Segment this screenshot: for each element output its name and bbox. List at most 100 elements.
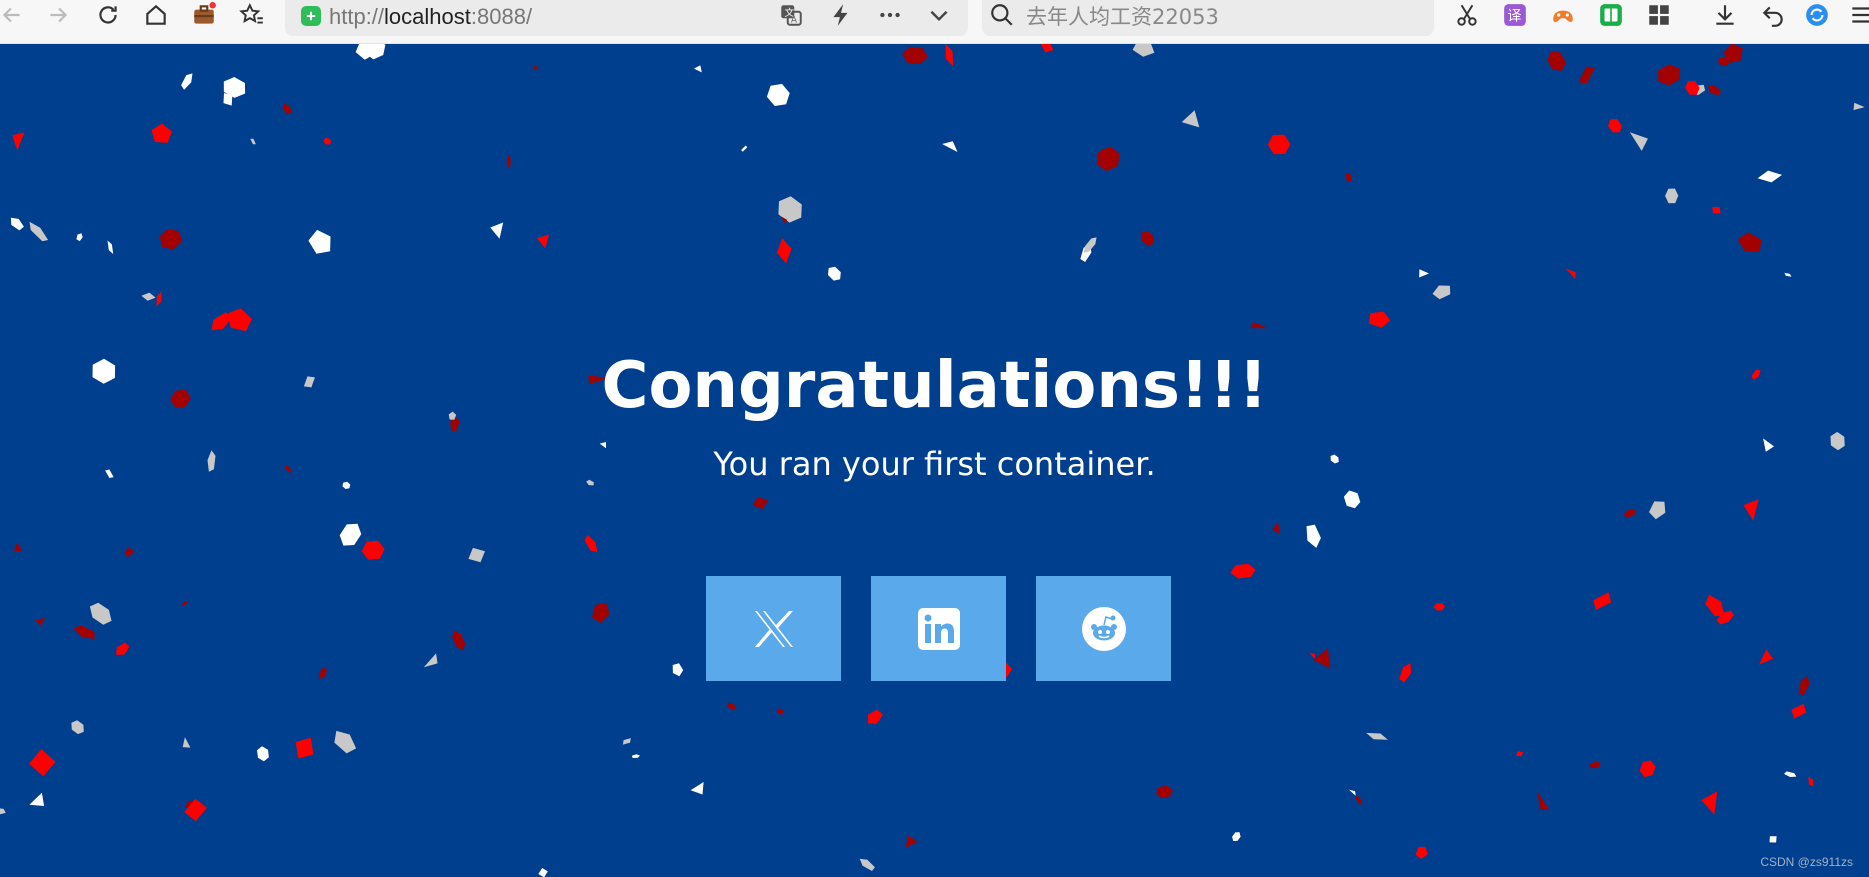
confetti-piece xyxy=(151,123,172,143)
briefcase-icon[interactable] xyxy=(186,0,222,30)
confetti-piece xyxy=(1685,81,1700,95)
confetti-piece xyxy=(1608,119,1622,133)
confetti-piece xyxy=(29,749,56,777)
confetti-piece xyxy=(1306,524,1321,548)
confetti-piece xyxy=(777,708,784,715)
linkedin-icon xyxy=(917,607,960,650)
confetti-piece xyxy=(334,730,357,754)
confetti-piece xyxy=(1798,675,1810,696)
confetti-piece xyxy=(538,868,548,877)
confetti-piece xyxy=(1757,170,1782,183)
confetti-piece xyxy=(1141,230,1155,246)
lightning-icon[interactable] xyxy=(823,0,859,30)
confetti-piece xyxy=(1399,663,1412,683)
sync-icon[interactable] xyxy=(1799,0,1835,30)
confetti-piece xyxy=(902,46,928,65)
confetti-piece xyxy=(361,540,385,560)
confetti-piece xyxy=(181,73,193,90)
search-box[interactable] xyxy=(982,0,1434,36)
page-subtitle: You ran your first container. xyxy=(713,445,1156,483)
confetti-piece xyxy=(1629,132,1648,151)
confetti-piece xyxy=(631,754,640,758)
confetti-piece xyxy=(184,798,207,822)
confetti-piece xyxy=(1308,652,1316,659)
browser-toolbar: http://localhost:8088/ 文A 译 xyxy=(0,0,1869,44)
confetti-piece xyxy=(323,137,332,145)
confetti-piece xyxy=(727,702,737,710)
game-icon[interactable] xyxy=(1545,0,1581,30)
confetti-piece xyxy=(1737,232,1762,252)
confetti-piece xyxy=(156,291,162,307)
share-linkedin-button[interactable] xyxy=(871,576,1006,681)
download-icon[interactable] xyxy=(1707,0,1743,30)
reload-icon[interactable] xyxy=(90,0,126,30)
confetti-piece xyxy=(1547,51,1566,71)
watermark: CSDN @zs911zs xyxy=(1760,855,1853,869)
confetti-piece xyxy=(468,547,485,563)
back-icon[interactable] xyxy=(0,0,30,30)
confetti-piece xyxy=(12,132,25,151)
svg-text:译: 译 xyxy=(1507,8,1521,24)
share-x-button[interactable] xyxy=(706,576,841,681)
scissors-icon[interactable] xyxy=(1449,0,1485,30)
favorites-icon[interactable] xyxy=(234,0,270,30)
confetti-piece xyxy=(71,720,84,735)
search-icon xyxy=(984,0,1020,30)
x-icon xyxy=(754,610,793,647)
home-icon[interactable] xyxy=(138,0,174,30)
share-reddit-button[interactable] xyxy=(1036,576,1171,681)
confetti-piece xyxy=(1784,272,1792,277)
reader-icon[interactable] xyxy=(1593,0,1629,30)
confetti-piece xyxy=(1366,732,1388,740)
translate-icon[interactable]: 文A xyxy=(773,0,809,30)
confetti-piece xyxy=(506,154,511,169)
confetti-piece xyxy=(1132,44,1155,57)
confetti-piece xyxy=(14,542,23,551)
confetti-piece xyxy=(942,141,958,152)
confetti-piece xyxy=(295,737,314,759)
confetti-piece xyxy=(1155,785,1173,799)
confetti-piece xyxy=(1313,647,1331,669)
confetti-piece xyxy=(766,83,790,106)
confetti-piece xyxy=(257,746,269,762)
translate-app-icon[interactable]: 译 xyxy=(1497,0,1533,30)
confetti-piece xyxy=(1040,44,1054,53)
confetti-piece xyxy=(1536,790,1549,810)
confetti-piece xyxy=(694,65,702,73)
confetti-piece xyxy=(182,737,191,748)
more-icon[interactable] xyxy=(872,0,908,30)
confetti-piece xyxy=(10,217,24,231)
confetti-piece xyxy=(536,234,550,249)
confetti-piece xyxy=(1419,269,1429,278)
address-bar[interactable]: http://localhost:8088/ 文A xyxy=(285,0,968,36)
chevron-down-icon[interactable] xyxy=(921,0,957,30)
confetti-piece xyxy=(1348,789,1356,796)
search-input[interactable] xyxy=(1026,4,1426,30)
forward-icon[interactable] xyxy=(40,0,76,30)
menu-icon[interactable] xyxy=(1843,0,1869,30)
url-text[interactable]: http://localhost:8088/ xyxy=(329,4,532,30)
confetti-piece xyxy=(141,292,156,301)
confetti-piece xyxy=(1589,761,1601,769)
confetti-piece xyxy=(672,663,684,677)
confetti-piece xyxy=(1181,110,1200,128)
confetti-piece xyxy=(532,63,539,71)
apps-grid-icon[interactable] xyxy=(1641,0,1677,30)
confetti-piece xyxy=(690,782,704,795)
url-host: localhost xyxy=(384,4,471,29)
confetti-piece xyxy=(591,602,610,623)
confetti-piece xyxy=(859,858,875,871)
confetti-piece xyxy=(124,547,134,558)
confetti-piece xyxy=(1759,649,1774,665)
confetti-piece xyxy=(1250,322,1269,329)
confetti-piece xyxy=(29,792,45,806)
confetti-piece xyxy=(423,653,438,668)
confetti-piece xyxy=(1808,777,1814,787)
confetti-piece xyxy=(308,229,331,254)
confetti-piece xyxy=(1267,134,1291,155)
undo-icon[interactable] xyxy=(1755,0,1791,30)
confetti-piece xyxy=(1565,268,1576,280)
confetti-piece xyxy=(1272,521,1280,534)
congratulations-page: Congratulations!!! You ran your first co… xyxy=(0,44,1869,877)
confetti-piece xyxy=(159,228,182,250)
